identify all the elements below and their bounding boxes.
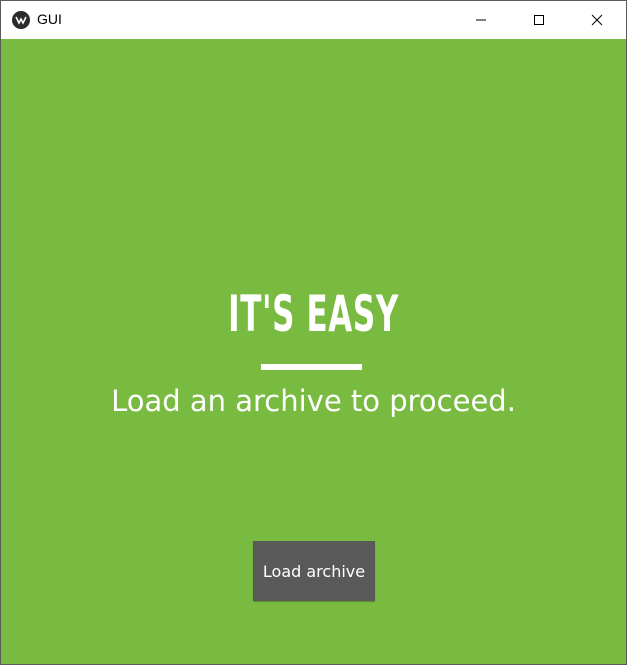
minimize-icon [476,19,486,21]
load-archive-button[interactable]: Load archive [253,541,375,601]
maximize-button[interactable] [510,1,568,39]
window-title: GUI [37,11,62,27]
subtitle: Load an archive to proceed. [111,384,516,418]
headline: IT'S EASY [228,285,399,343]
close-icon [591,14,603,26]
maximize-icon [534,15,544,25]
app-window: GUI IT'S EASY Load an archive to proceed… [0,0,627,665]
kivy-logo-icon [12,11,30,29]
minimize-button[interactable] [452,1,510,39]
close-button[interactable] [568,1,626,39]
main-content: IT'S EASY Load an archive to proceed. Lo… [1,39,626,664]
title-bar[interactable]: GUI [1,1,626,39]
headline-underline [261,364,362,370]
